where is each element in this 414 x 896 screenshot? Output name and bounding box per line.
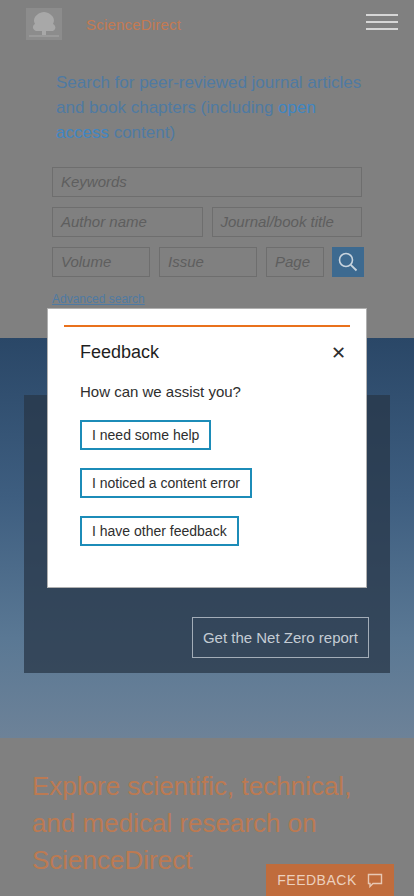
- logo-text: ScienceDirect: [86, 16, 181, 33]
- dialog-title: Feedback: [80, 342, 159, 363]
- net-zero-report-button[interactable]: Get the Net Zero report: [192, 617, 369, 658]
- elsevier-tree-icon: [26, 8, 62, 40]
- field-row: Keywords: [52, 167, 362, 197]
- open-access-link[interactable]: open access: [56, 98, 316, 142]
- option-button[interactable]: I need some help: [80, 420, 211, 450]
- option-list: I need some help I noticed a content erro…: [80, 420, 350, 546]
- volume-field[interactable]: Volume: [52, 247, 150, 277]
- advanced-search-link[interactable]: Advanced search: [52, 292, 362, 306]
- feedback-dialog: Feedback ✕ How can we assist you? I need so…: [47, 308, 367, 588]
- speech-bubble-icon: [367, 873, 383, 888]
- close-button[interactable]: ✕: [331, 344, 346, 362]
- option-button[interactable]: I noticed a content error: [80, 468, 252, 498]
- field-row: Volume Issue Page: [52, 247, 362, 277]
- brand[interactable]: ScienceDirect: [26, 8, 181, 40]
- dialog-header: Feedback ✕: [80, 342, 350, 363]
- feedback-tab[interactable]: FEEDBACK: [266, 864, 394, 896]
- dialog-body: Feedback ✕ How can we assist you? I need so…: [64, 325, 350, 546]
- search-form: Keywords Author name Journal/book title Vol…: [52, 167, 362, 277]
- search-section: Search for peer-reviewed journal article…: [0, 50, 414, 338]
- dialog-question: How can we assist you?: [80, 383, 350, 400]
- keywords-field[interactable]: Keywords: [52, 167, 362, 197]
- header: ScienceDirect: [0, 0, 414, 50]
- feedback-tab-label: FEEDBACK: [277, 872, 356, 888]
- issue-field[interactable]: Issue: [159, 247, 257, 277]
- journal-field[interactable]: Journal/book title: [212, 207, 363, 237]
- hamburger-menu-icon[interactable]: [366, 14, 398, 30]
- page: ScienceDirect Search for peer-reviewed jo…: [0, 0, 414, 896]
- search-button[interactable]: [332, 247, 364, 277]
- author-field[interactable]: Author name: [52, 207, 203, 237]
- search-intro: Search for peer-reviewed journal article…: [56, 70, 362, 145]
- page-field[interactable]: Page: [266, 247, 324, 277]
- option-button[interactable]: I have other feedback: [80, 516, 239, 546]
- explore-section: Explore scientific, technical, and medic…: [0, 738, 414, 879]
- magnifier-icon: [338, 252, 358, 272]
- headline: Explore scientific, technical, and medic…: [32, 768, 394, 879]
- field-row: Author name Journal/book title: [52, 207, 362, 237]
